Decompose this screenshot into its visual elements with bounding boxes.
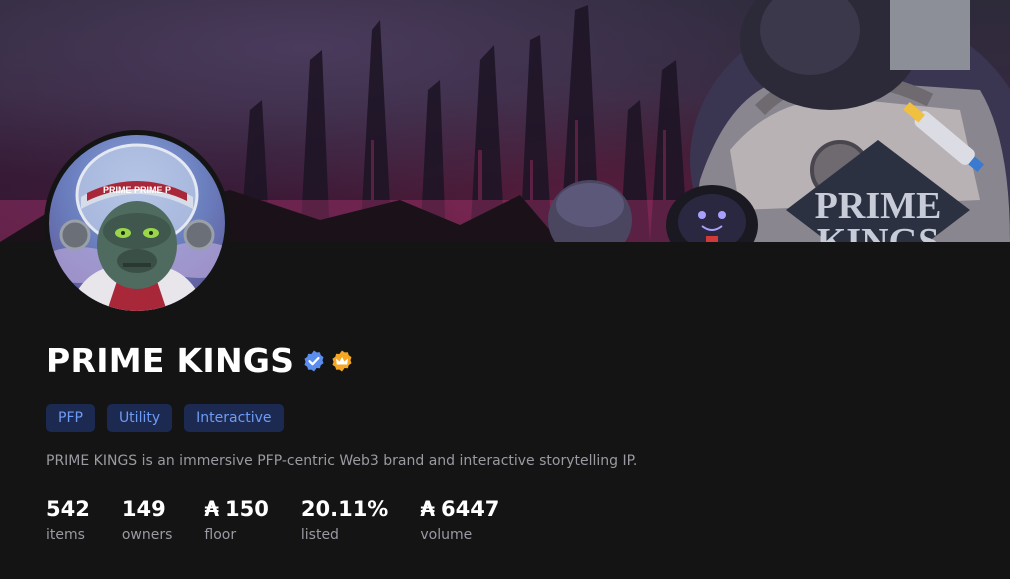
verified-badge-icon xyxy=(302,349,326,373)
tag-utility[interactable]: Utility xyxy=(106,404,173,432)
collection-avatar: PRIME PRIME P xyxy=(44,130,230,316)
stat-listed-label: listed xyxy=(300,527,339,543)
collection-stats: 542 items 149 owners ₳ 150 floor 20.11% l… xyxy=(46,495,531,546)
collection-page: PRIME KINGS PRIME PRIME P PRIME KINGS PF… xyxy=(0,0,1010,579)
aptos-currency-icon: ₳ xyxy=(204,497,220,521)
collection-description: PRIME KINGS is an immersive PFP-centric … xyxy=(46,453,638,469)
stat-items-label: items xyxy=(46,527,85,543)
stat-floor-value-row: ₳ 150 xyxy=(204,495,268,523)
collection-title-row: PRIME KINGS xyxy=(46,339,354,383)
stat-items: 542 items xyxy=(46,495,90,546)
stat-volume-value-row: ₳ 6447 xyxy=(420,495,499,523)
aptos-currency-icon: ₳ xyxy=(420,497,435,521)
collection-tags: PFP Utility Interactive xyxy=(46,404,284,432)
stat-volume: ₳ 6447 volume xyxy=(420,495,499,546)
stat-floor: ₳ 150 floor xyxy=(204,495,268,546)
stat-owners: 149 owners xyxy=(122,495,173,546)
stat-volume-value: 6447 xyxy=(440,497,500,521)
stat-floor-value: 150 xyxy=(225,497,269,521)
stat-volume-label: volume xyxy=(420,527,473,543)
banner-logo-line2: KINGS xyxy=(817,221,939,242)
stat-items-value: 542 xyxy=(46,497,90,521)
stat-owners-value: 149 xyxy=(121,497,166,521)
avatar-image: PRIME PRIME P xyxy=(49,135,225,311)
avatar-artwork: PRIME PRIME P xyxy=(49,143,225,311)
stat-owners-label: owners xyxy=(121,527,173,543)
stat-listed: 20.11% listed xyxy=(301,495,388,546)
stat-listed-value: 20.11% xyxy=(300,497,389,521)
collection-title: PRIME KINGS xyxy=(46,341,295,380)
crown-badge-icon xyxy=(330,349,354,373)
avatar-helmet-text: PRIME PRIME P xyxy=(103,185,171,195)
stat-floor-label: floor xyxy=(204,527,237,543)
tag-interactive[interactable]: Interactive xyxy=(184,404,284,432)
tag-pfp[interactable]: PFP xyxy=(46,404,95,432)
